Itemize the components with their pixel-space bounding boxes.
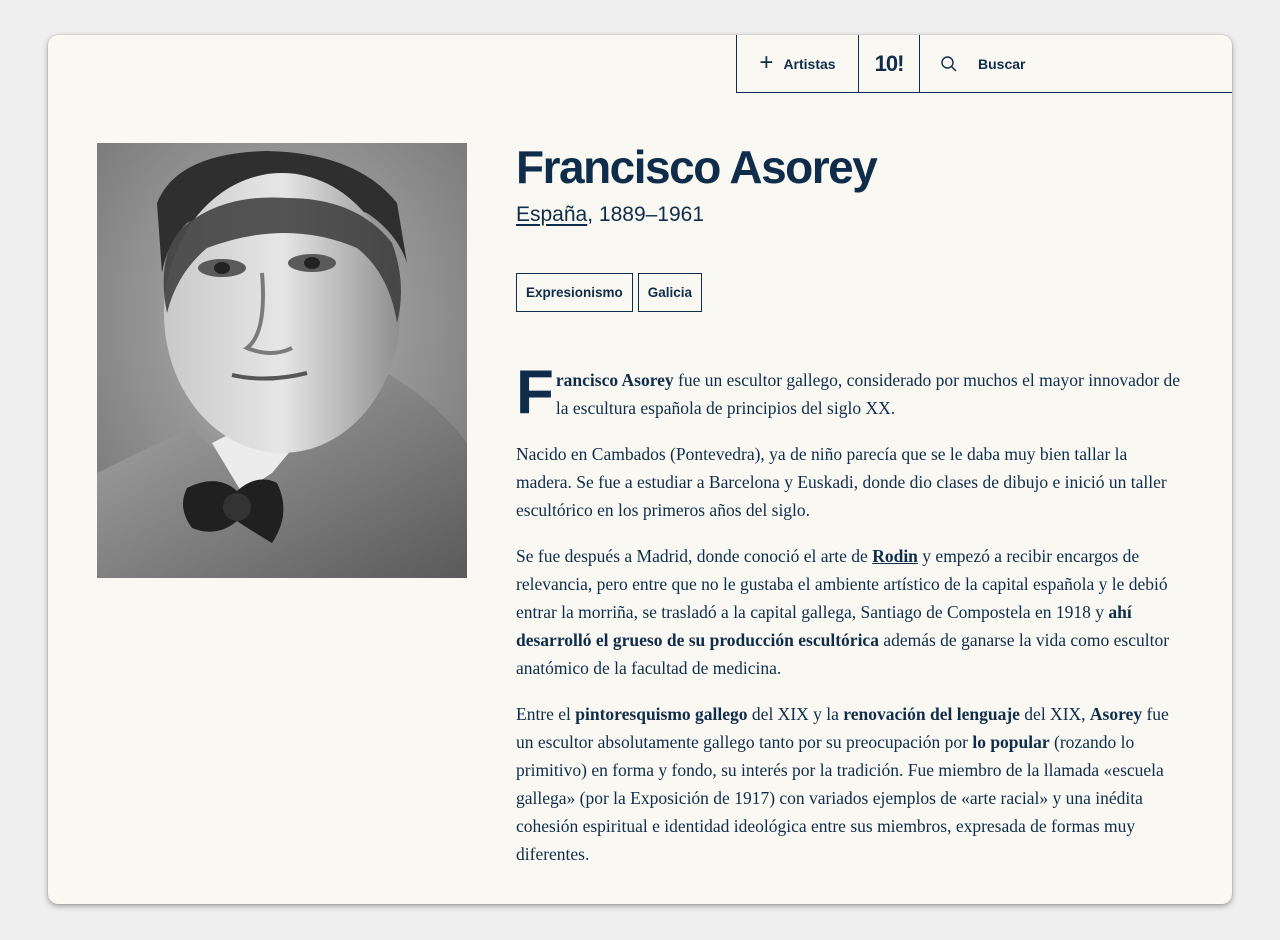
site-logo[interactable]: 10! [859, 35, 920, 92]
artists-menu-button[interactable]: + Artistas [737, 35, 859, 92]
bio-paragraph-4: Entre el pintoresquismo gallego del XIX … [516, 700, 1186, 868]
bio-text: Se fue después a Madrid, donde conoció e… [516, 546, 873, 566]
artist-content: Francisco Asorey España, 1889–1961 Expre… [516, 139, 1186, 886]
bio-text: del XIX, [1019, 704, 1090, 724]
search-label: Buscar [978, 55, 1026, 72]
plus-icon: + [759, 48, 774, 76]
search-button[interactable]: Buscar [920, 35, 1232, 92]
artists-label: Artistas [783, 55, 836, 72]
bio-bold-text: renovación del lenguaje [843, 704, 1020, 724]
top-navigation: + Artistas 10! Buscar [736, 35, 1232, 93]
artist-biography: Francisco Asorey fue un escultor gallego… [516, 358, 1186, 868]
tag-galicia[interactable]: Galicia [637, 273, 703, 312]
bio-bold-text: lo popular [972, 732, 1050, 752]
bio-text: del XIX y la [747, 704, 844, 724]
bio-text: Entre el [516, 704, 576, 724]
artist-tags: Expresionismo Galicia [516, 273, 1186, 312]
rodin-link[interactable]: Rodin [872, 546, 918, 566]
browser-window: + Artistas 10! Buscar Francisco Asorey E… [48, 35, 1232, 904]
bio-paragraph-2: Nacido en Cambados (Pontevedra), ya de n… [516, 444, 1167, 520]
search-icon [941, 55, 957, 71]
country-link[interactable]: España [516, 203, 587, 226]
bio-bold-text: Asorey [1089, 704, 1143, 724]
artist-portrait [97, 143, 467, 578]
bio-paragraph-3: Se fue después a Madrid, donde conoció e… [516, 542, 1186, 682]
artist-name: Francisco Asorey [516, 141, 878, 193]
drop-cap: F [516, 358, 554, 427]
bio-paragraph-1: Francisco Asorey fue un escultor gallego… [516, 358, 1186, 427]
artist-years: , 1889–1961 [587, 203, 705, 226]
bio-bold-text: rancisco Asorey [555, 370, 674, 390]
tag-expresionismo[interactable]: Expresionismo [516, 273, 633, 312]
artist-meta: España, 1889–1961 [516, 203, 1186, 227]
bio-bold-text: pintoresquismo gallego [575, 704, 748, 724]
